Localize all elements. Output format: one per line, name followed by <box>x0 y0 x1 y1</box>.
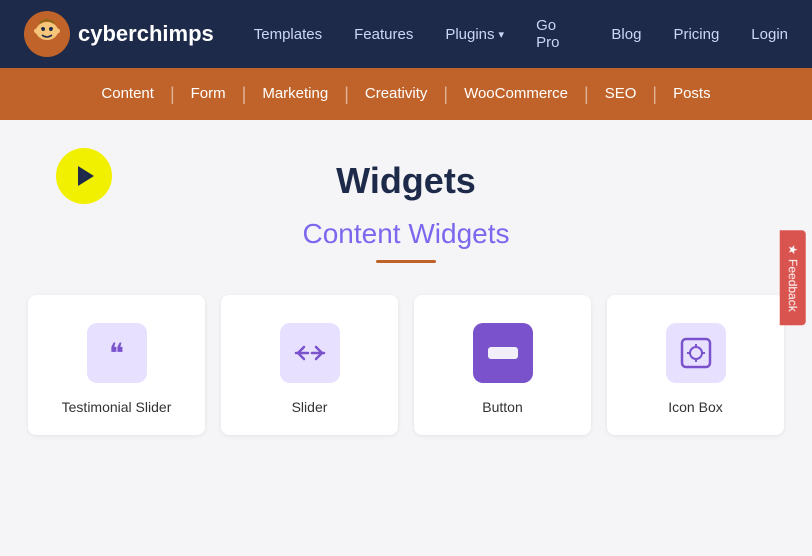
title-underline <box>376 260 436 263</box>
nav-links: Templates Features Plugins ▾ Go Pro Blog… <box>254 17 788 51</box>
widget-card[interactable]: Slider <box>221 295 398 435</box>
widget-label: Button <box>482 399 522 415</box>
play-icon <box>78 166 94 186</box>
widget-label: Testimonial Slider <box>62 399 172 415</box>
logo-icon <box>24 11 70 57</box>
main-content: Widgets Content Widgets ❝ Testimonial Sl… <box>0 120 812 455</box>
top-navigation: cyberchimps Templates Features Plugins ▾… <box>0 0 812 68</box>
chevron-down-icon: ▾ <box>499 28 505 41</box>
nav-pricing[interactable]: Pricing <box>673 26 719 43</box>
widgets-grid: ❝ Testimonial Slider Slider Button <box>20 295 792 435</box>
nav-login[interactable]: Login <box>751 26 788 43</box>
play-button[interactable] <box>56 148 112 204</box>
widget-icon: ❝ <box>87 323 147 383</box>
widget-card[interactable]: Icon Box <box>607 295 784 435</box>
widget-label: Slider <box>292 399 328 415</box>
feedback-icon: ★ <box>785 244 799 255</box>
section-title: Content Widgets <box>20 218 792 250</box>
logo-text: cyberchimps <box>78 21 214 47</box>
feedback-label: Feedback <box>785 259 799 312</box>
widget-icon <box>280 323 340 383</box>
widget-icon <box>473 323 533 383</box>
page-title: Widgets <box>20 160 792 202</box>
feedback-tab[interactable]: ★ Feedback <box>779 230 805 325</box>
category-navigation: Content | Form | Marketing | Creativity … <box>0 68 812 120</box>
cat-marketing[interactable]: Marketing <box>246 68 344 120</box>
cat-posts[interactable]: Posts <box>657 68 727 120</box>
cat-woocommerce[interactable]: WooCommerce <box>448 68 584 120</box>
logo[interactable]: cyberchimps <box>24 11 214 57</box>
cat-content[interactable]: Content <box>85 68 170 120</box>
cat-creativity[interactable]: Creativity <box>349 68 444 120</box>
widget-icon <box>666 323 726 383</box>
widget-label: Icon Box <box>668 399 722 415</box>
widget-card[interactable]: ❝ Testimonial Slider <box>28 295 205 435</box>
nav-templates[interactable]: Templates <box>254 26 322 43</box>
widget-card[interactable]: Button <box>414 295 591 435</box>
cat-seo[interactable]: SEO <box>589 68 653 120</box>
nav-plugins[interactable]: Plugins ▾ <box>445 26 504 43</box>
nav-features[interactable]: Features <box>354 26 413 43</box>
cat-form[interactable]: Form <box>175 68 242 120</box>
nav-gopro[interactable]: Go Pro <box>536 17 579 51</box>
nav-blog[interactable]: Blog <box>611 26 641 43</box>
